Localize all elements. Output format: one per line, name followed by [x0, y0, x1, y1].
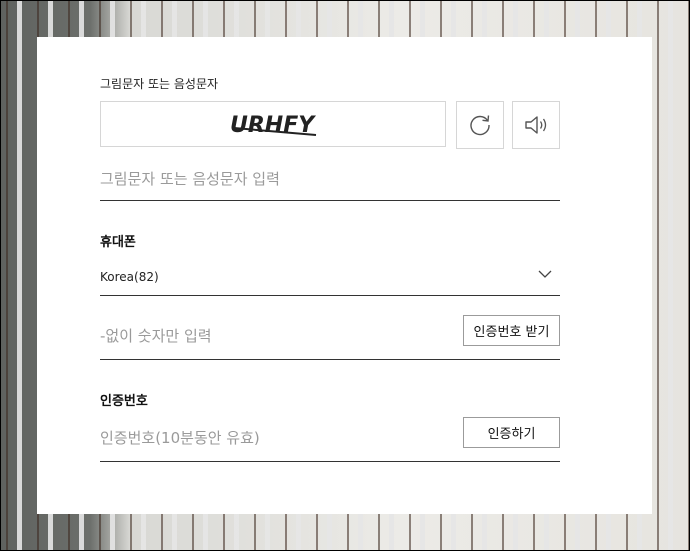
captcha-image: URHFY — [230, 113, 316, 138]
request-code-button[interactable]: 인증번호 받기 — [463, 315, 560, 346]
captcha-refresh-button[interactable] — [456, 101, 504, 149]
country-select-value: Korea(82) — [100, 270, 159, 284]
speaker-icon — [525, 116, 547, 134]
verification-code-input[interactable]: 인증번호(10분동안 유효) — [100, 427, 260, 448]
verification-panel: 그림문자 또는 음성문자 URHFY 그림문자 또는 음성문자 입력 휴대폰 K… — [37, 37, 652, 514]
captcha-label: 그림문자 또는 음성문자 — [100, 77, 219, 91]
chevron-down-icon — [538, 270, 552, 278]
refresh-icon — [470, 115, 490, 136]
phone-number-underline — [100, 359, 560, 360]
verify-button[interactable]: 인증하기 — [463, 417, 560, 448]
captcha-image-box: URHFY — [100, 101, 446, 147]
country-select-underline — [100, 295, 560, 296]
captcha-input[interactable]: 그림문자 또는 음성문자 입력 — [100, 168, 280, 189]
verification-code-underline — [100, 461, 560, 462]
verification-section-title: 인증번호 — [100, 394, 148, 409]
phone-number-input[interactable]: -없이 숫자만 입력 — [100, 325, 212, 346]
country-select[interactable]: Korea(82) — [100, 263, 560, 296]
captcha-audio-button[interactable] — [512, 101, 560, 149]
phone-section-title: 휴대폰 — [100, 235, 136, 250]
captcha-input-underline — [100, 200, 560, 201]
